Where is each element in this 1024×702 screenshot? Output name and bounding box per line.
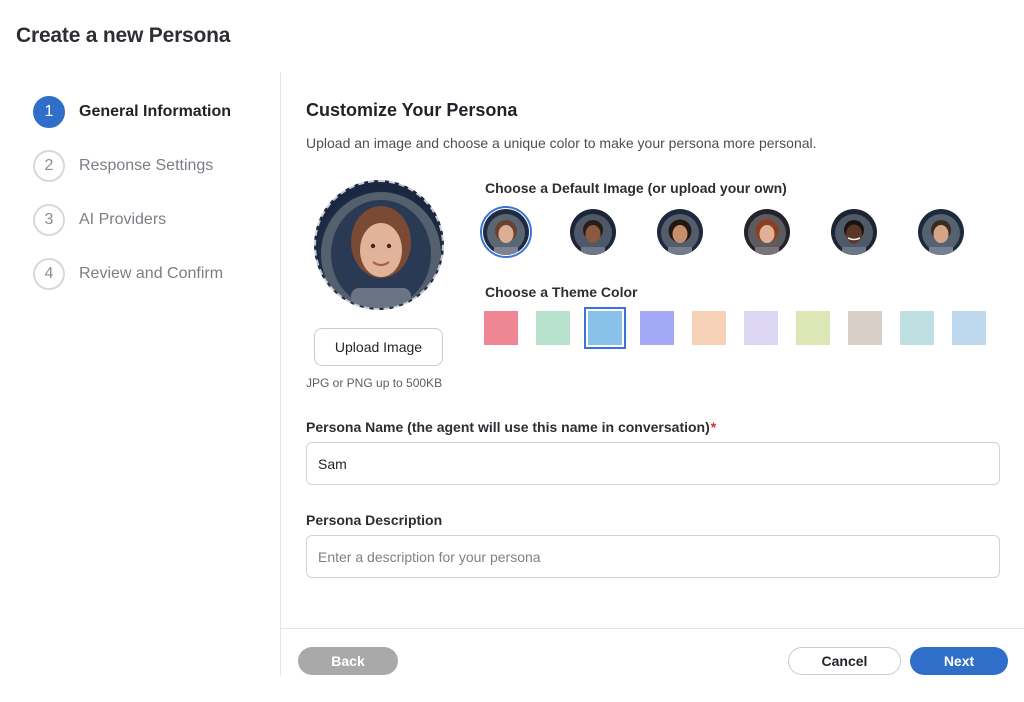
cancel-button[interactable]: Cancel (788, 647, 901, 675)
astronaut-man-icon (570, 209, 616, 255)
step-number: 4 (33, 258, 65, 290)
color-swatch[interactable] (484, 311, 518, 345)
sidebar-divider (280, 72, 281, 676)
color-swatch[interactable] (584, 307, 626, 349)
step-label: AI Providers (79, 211, 167, 228)
back-button[interactable]: Back (298, 647, 398, 675)
step-general-information[interactable]: 1 General Information (33, 96, 231, 128)
section-title: Customize Your Persona (306, 100, 518, 120)
astronaut-woman-icon (657, 209, 703, 255)
persona-avatar-preview (314, 180, 444, 310)
step-number: 2 (33, 150, 65, 182)
color-swatch[interactable] (640, 311, 674, 345)
persona-description-input[interactable] (306, 535, 1000, 578)
color-swatch[interactable] (692, 311, 726, 345)
color-swatch[interactable] (796, 311, 830, 345)
default-image-option[interactable] (654, 206, 706, 258)
color-swatch[interactable] (536, 311, 570, 345)
persona-name-label: Persona Name (the agent will use this na… (306, 419, 716, 435)
color-swatch[interactable] (952, 311, 986, 345)
step-label: Review and Confirm (79, 265, 224, 282)
default-image-label: Choose a Default Image (or upload your o… (485, 180, 787, 196)
upload-image-button[interactable]: Upload Image (314, 328, 443, 366)
page-title: Create a new Persona (16, 24, 231, 47)
persona-description-label: Persona Description (306, 512, 443, 528)
step-response-settings[interactable]: 2 Response Settings (33, 150, 231, 182)
default-image-option[interactable] (741, 206, 793, 258)
step-number: 1 (33, 96, 65, 128)
astronaut-avatar-icon (321, 192, 441, 308)
default-image-picker (480, 206, 1002, 258)
astronaut-woman-icon (744, 209, 790, 255)
step-label: General Information (79, 103, 232, 120)
upload-hint: JPG or PNG up to 500KB (306, 376, 443, 390)
color-swatch[interactable] (744, 311, 778, 345)
step-ai-providers[interactable]: 3 AI Providers (33, 204, 231, 236)
astronaut-man-icon (918, 209, 964, 255)
default-image-option[interactable] (915, 206, 967, 258)
theme-color-picker (484, 307, 1004, 349)
section-subtitle: Upload an image and choose a unique colo… (306, 135, 817, 151)
required-asterisk: * (710, 419, 717, 435)
stepper: 1 General Information 2 Response Setting… (33, 96, 231, 312)
theme-color-label: Choose a Theme Color (485, 284, 638, 300)
step-review-and-confirm[interactable]: 4 Review and Confirm (33, 258, 231, 290)
persona-name-input[interactable] (306, 442, 1000, 485)
footer-divider (281, 628, 1024, 629)
default-image-option[interactable] (828, 206, 880, 258)
default-image-option[interactable] (480, 206, 532, 258)
step-number: 3 (33, 204, 65, 236)
persona-name-label-text: Persona Name (the agent will use this na… (306, 419, 710, 435)
color-swatch[interactable] (900, 311, 934, 345)
step-label: Response Settings (79, 157, 214, 174)
astronaut-woman-icon (483, 209, 529, 255)
next-button[interactable]: Next (910, 647, 1008, 675)
default-image-option[interactable] (567, 206, 619, 258)
astronaut-man-icon (831, 209, 877, 255)
color-swatch[interactable] (848, 311, 882, 345)
